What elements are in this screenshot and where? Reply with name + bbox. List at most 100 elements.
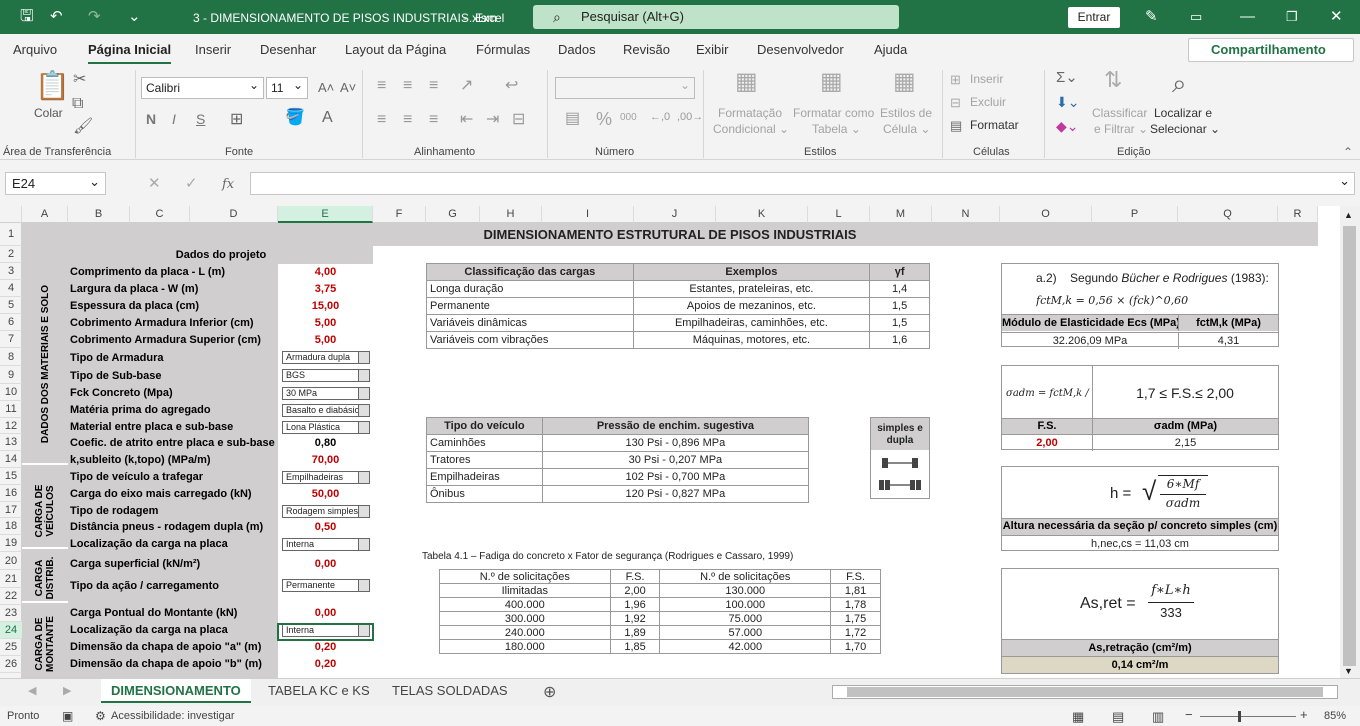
table-cell[interactable]: Ilimitadas bbox=[439, 583, 611, 598]
clear-icon[interactable]: ◆⌄ bbox=[1056, 118, 1079, 134]
grow-font-icon[interactable]: A˄ bbox=[318, 80, 334, 96]
bold-button[interactable]: N bbox=[146, 111, 156, 127]
table-cell[interactable]: 75.000 bbox=[659, 611, 832, 626]
table-cell[interactable]: 240.000 bbox=[439, 625, 611, 640]
table-cell[interactable]: 2,00 bbox=[609, 583, 661, 598]
format-cells-icon[interactable]: ▤ bbox=[950, 118, 962, 134]
column-header[interactable]: B bbox=[68, 206, 130, 223]
copy-icon[interactable]: ⧉ bbox=[72, 96, 83, 112]
table-cell[interactable]: 1,5 bbox=[869, 314, 930, 332]
row-header[interactable]: 9 bbox=[0, 366, 22, 384]
align-right-icon[interactable]: ≡ bbox=[429, 112, 438, 128]
format-painter-icon[interactable]: 🖌 bbox=[73, 119, 93, 135]
input-value[interactable]: 15,00 bbox=[278, 298, 373, 315]
row-header[interactable]: 4 bbox=[0, 280, 22, 297]
hscroll-thumb[interactable] bbox=[847, 687, 1323, 697]
align-top-icon[interactable]: ≡ bbox=[377, 78, 386, 94]
tab-exibir[interactable]: Exibir bbox=[696, 42, 729, 57]
input-value[interactable]: 4,00 bbox=[278, 264, 373, 281]
sort-filter-icon[interactable]: ⇅ bbox=[1104, 69, 1122, 91]
column-header[interactable]: K bbox=[716, 206, 808, 223]
input-value[interactable]: 0,00 bbox=[278, 605, 373, 622]
borders-icon[interactable]: ⊞ bbox=[230, 112, 243, 128]
input-value[interactable]: 0,80 bbox=[278, 435, 373, 452]
column-header[interactable]: A bbox=[22, 206, 68, 223]
row-header[interactable]: 19 bbox=[0, 535, 22, 552]
search-box[interactable]: ⌕ Pesquisar (Alt+G) bbox=[533, 5, 899, 29]
column-header[interactable]: D bbox=[190, 206, 278, 223]
delete-cells-icon[interactable]: ⊟ bbox=[950, 95, 961, 111]
table-cell[interactable]: 30 Psi - 0,207 MPa bbox=[541, 451, 810, 469]
normal-view-icon[interactable]: ▦ bbox=[1072, 709, 1084, 725]
scroll-down-icon[interactable]: ▼ bbox=[1344, 666, 1353, 676]
tab-formulas[interactable]: Fórmulas bbox=[476, 42, 530, 57]
row-header[interactable]: 7 bbox=[0, 331, 22, 348]
tab-telas-soldadas[interactable]: TELAS SOLDADAS bbox=[382, 679, 518, 703]
table-cell[interactable]: 1,70 bbox=[830, 639, 881, 654]
table-cell[interactable]: 1,6 bbox=[869, 331, 930, 349]
autosum-icon[interactable]: Σ⌄ bbox=[1056, 70, 1078, 86]
wrap-text-icon[interactable]: ↩ bbox=[505, 78, 518, 94]
page-break-icon[interactable]: ▥ bbox=[1152, 709, 1164, 725]
row-header[interactable]: 2 bbox=[0, 246, 22, 263]
table-cell[interactable]: Empilhadeiras bbox=[426, 468, 543, 486]
table-cell[interactable]: 1,78 bbox=[830, 597, 881, 612]
active-cell-e24[interactable] bbox=[277, 623, 374, 641]
row-header[interactable]: 23 bbox=[0, 605, 22, 622]
maximize-icon[interactable]: ❐ bbox=[1286, 9, 1298, 25]
row-header[interactable]: 13 bbox=[0, 434, 22, 451]
table-cell[interactable]: 1,5 bbox=[869, 297, 930, 315]
vertical-scrollbar[interactable]: ▲ ▼ bbox=[1340, 206, 1360, 678]
insert-cells-button[interactable]: Inserir bbox=[970, 72, 1003, 86]
row-header[interactable]: 18 bbox=[0, 518, 22, 535]
format-cells-button[interactable]: Formatar bbox=[970, 118, 1019, 132]
row-header[interactable]: 14 bbox=[0, 451, 22, 468]
tab-ajuda[interactable]: Ajuda bbox=[874, 42, 907, 57]
ribbon-display-icon[interactable]: ▭ bbox=[1190, 9, 1202, 25]
conditional-format-line2[interactable]: Condicional ⌄ bbox=[713, 122, 789, 136]
column-header[interactable]: F bbox=[373, 206, 426, 223]
save-icon[interactable]: 🖫 bbox=[20, 9, 34, 25]
row-header[interactable]: 3 bbox=[0, 263, 22, 280]
table-cell[interactable]: Ônibus bbox=[426, 485, 543, 503]
orientation-icon[interactable]: ↗ bbox=[460, 78, 473, 94]
row-header[interactable]: 24 bbox=[0, 622, 22, 639]
table-cell[interactable]: Apoios de mezaninos, etc. bbox=[632, 297, 871, 315]
panel-b-v2[interactable]: 2,15 bbox=[1092, 434, 1278, 451]
formula-input[interactable]: ⌄ bbox=[250, 172, 1355, 195]
add-sheet-icon[interactable]: ⊕ bbox=[543, 682, 556, 702]
row-header[interactable]: 10 bbox=[0, 384, 22, 401]
zoom-slider[interactable] bbox=[1200, 716, 1296, 717]
table-cell[interactable]: 130 Psi - 0,896 MPa bbox=[541, 434, 810, 452]
column-header[interactable]: M bbox=[870, 206, 932, 223]
tab-arquivo[interactable]: Arquivo bbox=[13, 42, 57, 57]
panel-b-v1[interactable]: 2,00 bbox=[1002, 434, 1092, 451]
font-color-icon[interactable]: A bbox=[322, 110, 333, 126]
undo-icon[interactable]: ↶ bbox=[50, 9, 63, 25]
input-value[interactable]: 5,00 bbox=[278, 332, 373, 349]
zoom-slider-thumb[interactable] bbox=[1238, 711, 1241, 722]
pen-icon[interactable]: ✎ bbox=[1145, 9, 1158, 25]
sign-in-button[interactable]: Entrar bbox=[1068, 7, 1120, 28]
tab-dados[interactable]: Dados bbox=[558, 42, 596, 57]
find-select-line1[interactable]: Localizar e bbox=[1154, 106, 1212, 120]
cut-icon[interactable]: ✂ bbox=[73, 72, 86, 88]
row-header[interactable]: 20 bbox=[0, 552, 22, 570]
row-header[interactable]: 12 bbox=[0, 418, 22, 434]
input-value[interactable]: 5,00 bbox=[278, 315, 373, 332]
row-header[interactable]: 26 bbox=[0, 656, 22, 673]
align-bottom-icon[interactable]: ≡ bbox=[429, 78, 438, 94]
sort-filter-line2[interactable]: e Filtrar ⌄ bbox=[1094, 122, 1148, 136]
table-cell[interactable]: 400.000 bbox=[439, 597, 611, 612]
select-all[interactable] bbox=[0, 206, 22, 223]
column-header[interactable]: H bbox=[480, 206, 542, 223]
column-header[interactable]: G bbox=[426, 206, 480, 223]
fill-color-icon[interactable]: 🪣 bbox=[285, 110, 305, 126]
cell-styles-line2[interactable]: Célula ⌄ bbox=[883, 122, 930, 136]
cell-styles-icon[interactable]: ▦ bbox=[893, 70, 916, 94]
increase-indent-icon[interactable]: ⇥ bbox=[486, 112, 499, 128]
panel-d-v1[interactable]: 0,14 cm²/m bbox=[1002, 656, 1278, 673]
number-format-combo[interactable] bbox=[555, 75, 695, 99]
enter-icon[interactable]: ✓ bbox=[185, 176, 198, 192]
tab-tabela-kc-ks[interactable]: TABELA KC e KS bbox=[258, 679, 380, 703]
